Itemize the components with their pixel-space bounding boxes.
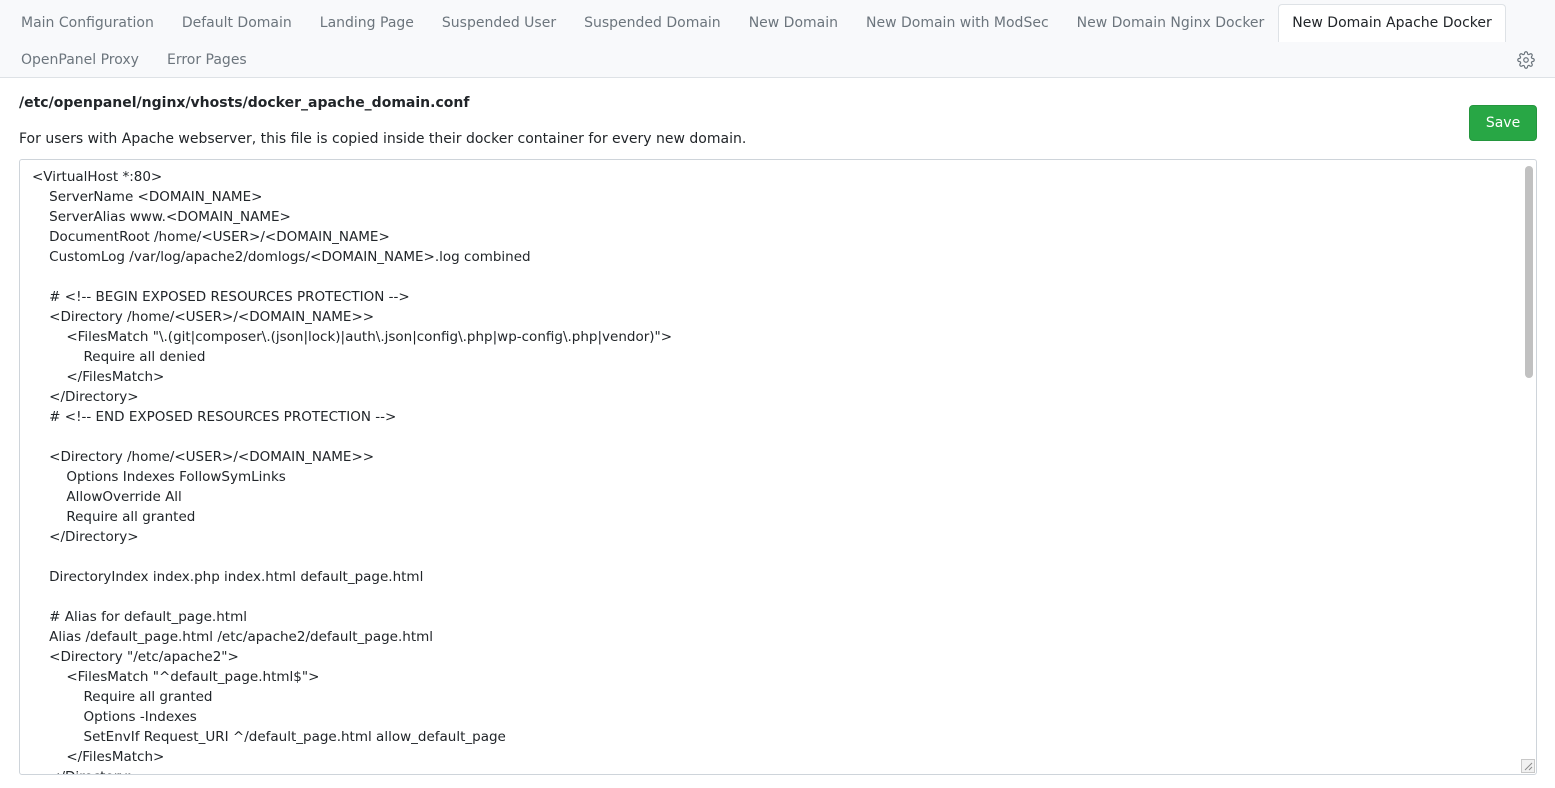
- tab-landing-page[interactable]: Landing Page: [306, 4, 428, 41]
- tab-main-configuration[interactable]: Main Configuration: [7, 4, 168, 41]
- tab-row-2: OpenPanel Proxy Error Pages: [7, 41, 261, 78]
- resize-handle-icon[interactable]: [1521, 759, 1535, 773]
- config-tab-bar: Main Configuration Default Domain Landin…: [0, 0, 1555, 78]
- tab-new-domain-modsec[interactable]: New Domain with ModSec: [852, 4, 1063, 41]
- tab-new-domain-nginx-docker[interactable]: New Domain Nginx Docker: [1063, 4, 1279, 41]
- save-button[interactable]: Save: [1469, 105, 1537, 141]
- tab-suspended-domain[interactable]: Suspended Domain: [570, 4, 735, 41]
- tab-error-pages[interactable]: Error Pages: [153, 41, 261, 78]
- tab-suspended-user[interactable]: Suspended User: [428, 4, 570, 41]
- tab-row-1: Main Configuration Default Domain Landin…: [7, 4, 1506, 42]
- tab-new-domain-apache-docker[interactable]: New Domain Apache Docker: [1278, 4, 1506, 42]
- gear-icon[interactable]: [1517, 51, 1535, 69]
- editor-scrollbar[interactable]: [1525, 164, 1533, 770]
- editor-scrollbar-thumb[interactable]: [1525, 166, 1533, 378]
- tab-default-domain[interactable]: Default Domain: [168, 4, 306, 41]
- file-path-title: /etc/openpanel/nginx/vhosts/docker_apach…: [19, 95, 470, 111]
- config-file-content[interactable]: <VirtualHost *:80> ServerName <DOMAIN_NA…: [32, 167, 672, 774]
- tab-openpanel-proxy[interactable]: OpenPanel Proxy: [7, 41, 153, 78]
- file-description: For users with Apache webserver, this fi…: [19, 131, 747, 147]
- config-editor-textarea[interactable]: <VirtualHost *:80> ServerName <DOMAIN_NA…: [19, 159, 1537, 775]
- tab-new-domain[interactable]: New Domain: [735, 4, 852, 41]
